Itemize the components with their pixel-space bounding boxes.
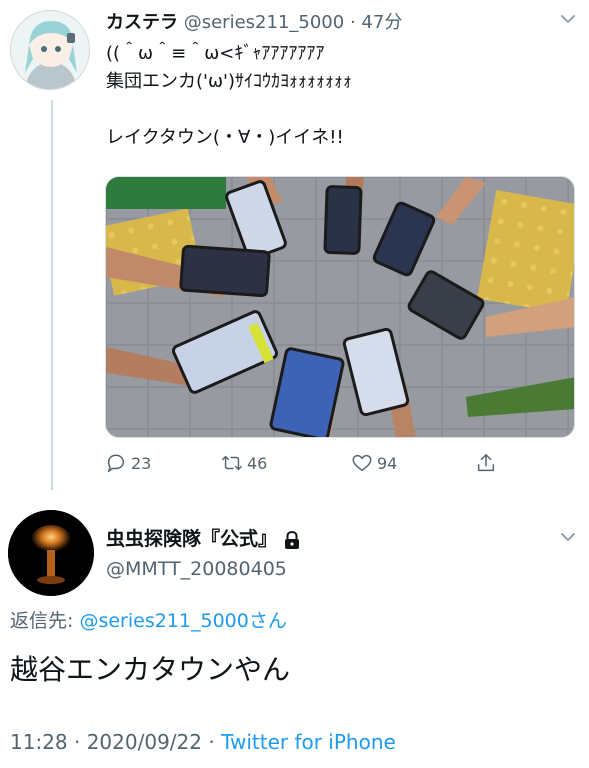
avatar[interactable]	[8, 510, 94, 596]
lock-icon	[285, 530, 300, 549]
avatar-image	[11, 11, 89, 89]
like-button[interactable]: 94	[351, 452, 397, 474]
user-handle[interactable]: @series211_5000	[184, 12, 344, 33]
photo-phones-circle	[106, 177, 574, 437]
source-link[interactable]: Twitter for iPhone	[221, 730, 396, 754]
tweet-photo[interactable]	[105, 176, 575, 438]
reply-button[interactable]: 23	[105, 452, 151, 474]
avatar[interactable]	[10, 10, 90, 90]
user-handle[interactable]: @MMTT_20080405	[106, 558, 287, 580]
chevron-down-icon[interactable]	[561, 530, 575, 544]
tweet-metadata: 11:28 · 2020/09/22 · Twitter for iPhone	[10, 730, 396, 754]
timestamp[interactable]: 11:28 · 2020/09/22 ·	[10, 730, 221, 754]
tweet-text: 越谷エンカタウンやん	[10, 653, 291, 686]
retweet-icon	[222, 455, 242, 471]
like-count: 94	[377, 453, 398, 473]
chevron-down-icon[interactable]	[561, 12, 575, 26]
avatar-image	[8, 510, 94, 596]
reply-suffix: さん	[248, 610, 287, 632]
reply-prefix: 返信先:	[10, 610, 80, 632]
reply-mention-link[interactable]: @series211_5000	[79, 610, 248, 632]
retweet-button[interactable]: 46	[221, 452, 267, 474]
reply-count: 23	[131, 453, 152, 473]
tweet-text: ((＾ω＾≡＾ω<ｷﾞｬｱｱｱｱｱｱｱ 集団エンカ('ω')ｻｲｺｳｶﾖｫｫｫｫ…	[106, 43, 353, 148]
share-icon	[477, 454, 495, 472]
reply-icon	[107, 454, 125, 472]
share-button[interactable]	[475, 452, 497, 474]
relative-time[interactable]: 47分	[361, 12, 402, 33]
display-name-text: 虫虫探険隊『公式』	[106, 528, 278, 550]
reply-context: 返信先: @series211_5000さん	[10, 606, 287, 633]
display-name[interactable]: カステラ	[106, 12, 178, 33]
tweet-header: カステラ @series211_5000 · 47分	[106, 8, 402, 34]
display-name[interactable]: 虫虫探険隊『公式』	[106, 524, 301, 551]
thread-connector-line	[51, 100, 53, 490]
tweet-action-bar: 23 46 94	[105, 452, 505, 480]
like-icon	[352, 454, 372, 472]
separator: ·	[349, 12, 356, 33]
retweet-count: 46	[247, 453, 268, 473]
